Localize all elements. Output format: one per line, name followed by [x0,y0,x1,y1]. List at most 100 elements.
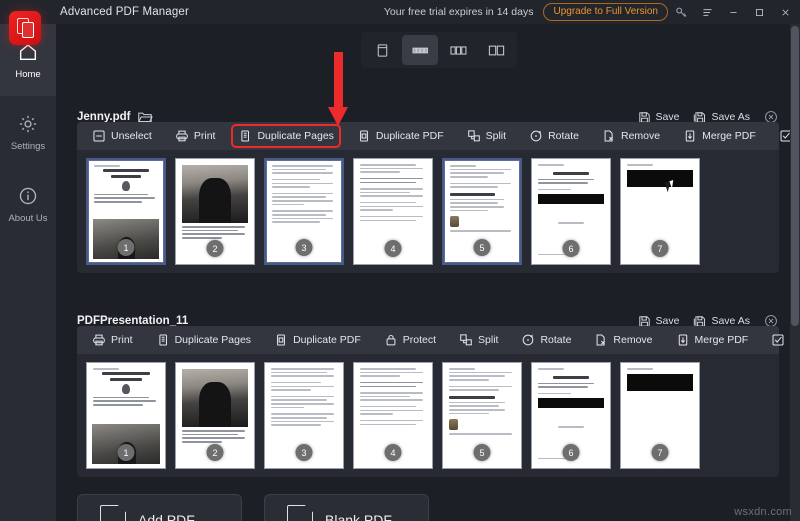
page-thumbnail[interactable]: 7 [620,158,700,265]
maximize-button[interactable] [746,0,772,24]
page-subheading [449,395,496,399]
tool-protect-label: Protect [402,334,437,346]
page-line [360,368,417,370]
tool-merge-pdf-label: Merge PDF [702,130,756,142]
page-line [360,375,400,377]
page-line [360,409,423,412]
page-thumbnail[interactable]: 1 [86,158,166,265]
page-line [450,172,505,174]
page-line [182,233,245,235]
page-thumbnail[interactable]: 6 [531,362,611,469]
tool-duplicate-pdf[interactable]: Duplicate PDF [269,330,366,350]
page-thumbnail[interactable]: 1 [86,362,166,469]
page-line [272,210,333,212]
page-number-badge: 1 [117,444,135,461]
page-thumbnail[interactable]: 3 [264,362,344,469]
page-line [271,399,328,401]
page-line [360,385,417,388]
tool-duplicate-pdf[interactable]: Duplicate PDF [352,126,449,146]
hamburger-menu-icon[interactable] [694,0,720,24]
page-line [272,178,320,181]
page-line [538,188,571,191]
minimize-button[interactable] [720,0,746,24]
tool-duplicate-pages[interactable]: Duplicate Pages [151,330,256,350]
page-line [182,433,239,436]
page-text-block [182,430,248,443]
page-thumbnail-strip-pdfpresentation: 1 2 3 4 5 6 7 [77,354,779,477]
tool-duplicate-pdf-label: Duplicate PDF [293,334,361,346]
tool-duplicate-pages[interactable]: Duplicate Pages [231,124,341,148]
page-thumbnail[interactable]: 5 [442,362,522,469]
page-line [450,206,505,208]
blank-pdf-button[interactable]: Blank PDF [264,494,429,521]
page-thumbnail[interactable]: 4 [353,158,433,265]
page-line [449,405,499,407]
page-line [538,178,595,180]
view-mode-single-page[interactable] [364,35,400,65]
title-bar: Advanced PDF Manager Your free trial exp… [0,0,800,24]
page-signature-mark [450,216,459,228]
view-mode-two-column[interactable] [478,35,514,65]
scrollbar-thumb[interactable] [791,26,799,326]
sidebar-item-settings[interactable]: Settings [0,96,56,168]
vertical-scrollbar[interactable] [790,24,800,521]
page-line [272,214,327,216]
page-line [272,172,333,174]
page-line [360,171,400,173]
view-mode-three-column[interactable] [440,35,476,65]
title-bar-right: Your free trial expires in 14 days Upgra… [384,0,800,24]
tool-rotate[interactable]: Rotate [516,330,576,350]
page-thumbnail[interactable]: 4 [353,362,433,469]
bottom-actions: PDF Add PDF Blank PDF [77,494,429,521]
tool-protect[interactable]: Protect [379,330,441,350]
tool-print[interactable]: Print [87,330,138,350]
tool-rotate-label: Rotate [548,130,579,142]
page-thumbnail[interactable]: 2 [175,158,255,265]
close-button[interactable] [772,0,798,24]
sidebar-item-about-us[interactable]: About Us [0,168,56,240]
tool-remove[interactable]: Remove [597,126,665,146]
page-line [271,413,334,415]
page-redaction-bar [627,169,693,187]
key-icon[interactable] [668,0,694,24]
page-line [449,379,489,381]
page-line [271,417,328,419]
page-thumbnail[interactable]: 3 [264,158,344,265]
tool-merge-pdf-label: Merge PDF [694,334,749,346]
view-mode-list[interactable] [402,35,438,65]
page-line [271,424,321,426]
tool-duplicate-pdf-label: Duplicate PDF [375,130,444,142]
page-line [182,229,239,232]
tool-merge-pdf[interactable]: Merge PDF [678,126,761,146]
page-thumbnail[interactable]: 6 [531,158,611,265]
page-thumbnail[interactable]: 7 [620,362,700,469]
page-line [538,386,588,388]
page-title-line [110,174,142,178]
page-line [94,197,155,199]
watermark: wsxdn.com [734,506,792,518]
tool-unselect[interactable]: Unselect [87,126,157,146]
page-crest [122,180,130,191]
page-line [360,423,417,425]
tool-split[interactable]: Split [454,330,503,350]
page-line [557,222,585,224]
page-line [182,437,245,439]
tool-print[interactable]: Print [170,126,221,146]
tool-merge-pdf[interactable]: Merge PDF [671,330,754,350]
tool-split[interactable]: Split [462,126,511,146]
upgrade-button[interactable]: Upgrade to Full Version [543,3,668,21]
page-subheading [450,192,495,196]
page-thumbnail[interactable]: 2 [175,362,255,469]
page-thumbnail[interactable]: 5 [442,158,522,265]
page-line [272,186,311,188]
add-pdf-button[interactable]: PDF Add PDF [77,494,242,521]
tool-split-label: Split [478,334,499,346]
page-line [360,201,417,204]
page-line [360,181,417,184]
page-line [360,191,410,194]
file-card-jenny: Unselect Print Duplicate Pages Duplicate… [77,122,800,273]
page-line [272,217,333,220]
tool-rotate[interactable]: Rotate [524,126,584,146]
tool-remove[interactable]: Remove [589,330,657,350]
page-line [450,176,489,178]
